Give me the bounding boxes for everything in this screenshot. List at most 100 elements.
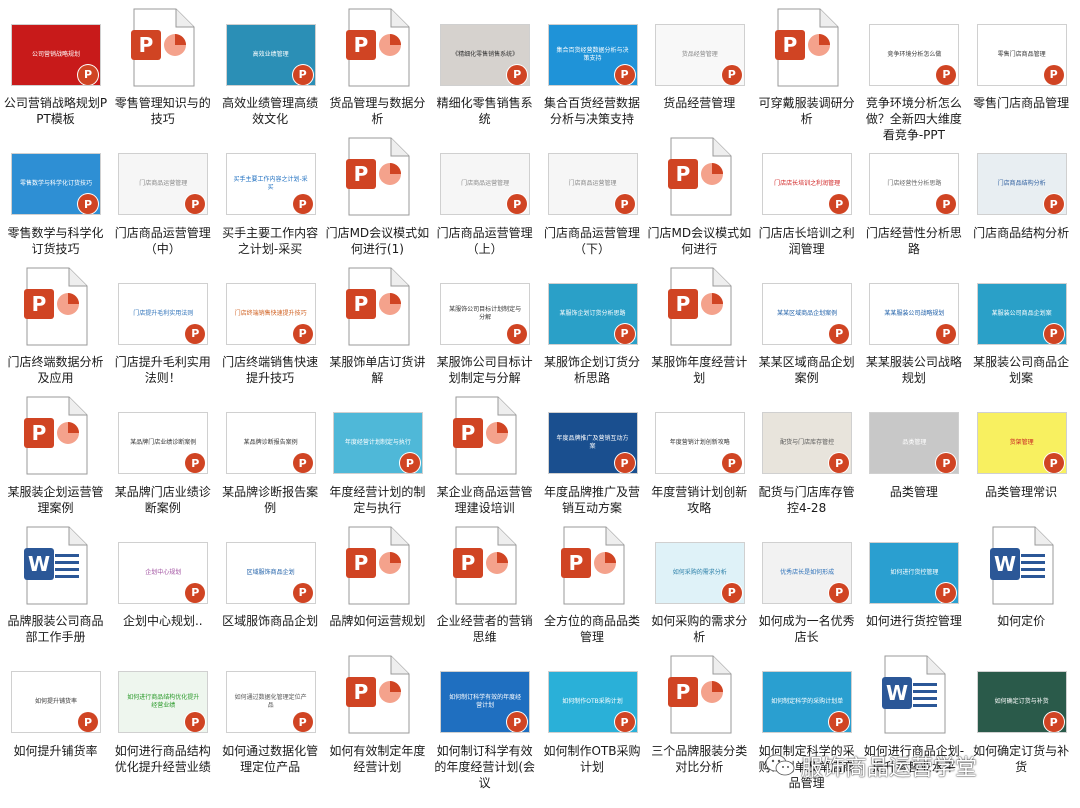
file-item[interactable]: P 全方位的商品品类管理 bbox=[539, 520, 646, 645]
slide-title-text: 优秀店长是如何形成 bbox=[780, 568, 835, 576]
file-item[interactable]: 门店提升毛利实用法则 P 门店提升毛利实用法则！ bbox=[109, 261, 216, 386]
file-item[interactable]: 配货与门店库存管控 P 配货与门店库存管控4-28 bbox=[753, 391, 860, 516]
file-item[interactable]: 品类管理 P 品类管理 bbox=[860, 391, 967, 516]
file-item[interactable]: 门店终端销售快速提升技巧 P 门店终端销售快速提升技巧 bbox=[217, 261, 324, 386]
file-thumbnail: 公司营销战略规划 P bbox=[10, 22, 102, 87]
file-item[interactable]: 年度经营计划制定与执行 P 年度经营计划的制定与执行 bbox=[324, 391, 431, 516]
file-item[interactable]: 如何采购的需求分析 P 如何采购的需求分析 bbox=[646, 520, 753, 645]
file-item[interactable]: 如何制作OTB采购计划 P 如何制作OTB采购计划 bbox=[539, 650, 646, 775]
file-item[interactable]: 年度营销计划创新攻略 P 年度营销计划创新攻略 bbox=[646, 391, 753, 516]
file-item[interactable]: 某某服装公司战略规划 P 某某服装公司战略规划 bbox=[860, 261, 967, 386]
file-item[interactable]: 《精细化零售销售系统》 P 精细化零售销售系统 bbox=[431, 2, 538, 127]
file-item[interactable]: 买手主要工作内容之计划-采买 P 买手主要工作内容之计划-采买 bbox=[217, 132, 324, 257]
file-item[interactable]: 某品牌诊断报告案例 P 某品牌诊断报告案例 bbox=[217, 391, 324, 516]
powerpoint-file-icon: P bbox=[345, 267, 410, 345]
slide-title-text: 某品牌诊断报告案例 bbox=[243, 439, 298, 446]
file-item[interactable]: 高效业绩管理 P 高效业绩管理高绩效文化 bbox=[217, 2, 324, 127]
file-thumbnail: 买手主要工作内容之计划-采买 P bbox=[225, 152, 317, 217]
powerpoint-badge-icon: P bbox=[936, 582, 957, 603]
slide-title-text: 门店商品结构分析 bbox=[997, 180, 1046, 187]
slide-preview: 《精细化零售销售系统》 P bbox=[440, 23, 531, 86]
slide-title-text: 某某服装公司战略规划 bbox=[884, 309, 945, 317]
file-item[interactable]: 门店店长培训之利润管理 P 门店店长培训之利润管理 bbox=[753, 132, 860, 257]
file-item[interactable]: 货品经营管理 P 货品经营管理 bbox=[646, 2, 753, 127]
file-item[interactable]: P 门店终端数据分析及应用 bbox=[2, 261, 109, 386]
file-name: 门店提升毛利实用法则！ bbox=[114, 355, 211, 385]
file-item[interactable]: P 某服饰年度经营计划 bbox=[646, 261, 753, 386]
file-item[interactable]: 货架管理 P 品类管理常识 bbox=[968, 391, 1075, 516]
file-item[interactable]: W 如何定价 bbox=[968, 520, 1075, 645]
slide-preview: 某服饰公司目标计划制定与分解 P bbox=[440, 282, 531, 345]
file-item[interactable]: P 如何有效制定年度经营计划 bbox=[324, 650, 431, 775]
file-name: 如何进行商品企划-提升零售业水平 bbox=[863, 743, 965, 774]
file-item[interactable]: 门店商品运营管理 P 门店商品运营管理（上） bbox=[431, 132, 538, 257]
file-item[interactable]: 某服饰企划订货分析思路 P 某服饰企划订货分析思路 bbox=[539, 261, 646, 386]
powerpoint-badge-icon: P bbox=[936, 64, 957, 85]
file-item[interactable]: P 品牌如何运营规划 bbox=[324, 520, 431, 645]
file-item[interactable]: 某某区域商品企划案例 P 某某区域商品企划案例 bbox=[753, 261, 860, 386]
file-item[interactable]: 门店商品运营管理 P 门店商品运营管理（下） bbox=[539, 132, 646, 257]
file-name: 品类管理 bbox=[889, 484, 938, 499]
slide-title-text: 门店经营性分析思路 bbox=[887, 180, 942, 187]
file-item[interactable]: P 门店MD会议模式如何进行 bbox=[646, 132, 753, 257]
slide-preview: 如何进行商品结构优化提升经营业绩 P bbox=[118, 671, 209, 733]
file-item[interactable]: P 可穿戴服装调研分析 bbox=[753, 2, 860, 127]
slide-preview: 零售数学与科学化订货技巧 P bbox=[11, 153, 101, 215]
file-item[interactable]: 公司营销战略规划 P 公司营销战略规划PPT模板 bbox=[2, 2, 109, 127]
file-thumbnail: P bbox=[332, 267, 424, 346]
file-item[interactable]: P 某企业商品运营管理建设培训 bbox=[431, 391, 538, 516]
file-thumbnail: P bbox=[10, 267, 102, 346]
file-item[interactable]: 企划中心规划 P 企划中心规划.. bbox=[109, 520, 216, 645]
file-item[interactable]: 如何进行商品结构优化提升经营业绩 P 如何进行商品结构优化提升经营业绩 bbox=[109, 650, 216, 775]
file-item[interactable]: 如何制定科学的采购计划单 P 如何制定科学的采购计划单及单店商品管理 bbox=[753, 650, 860, 790]
file-item[interactable]: 某服饰公司目标计划制定与分解 P 某服饰公司目标计划制定与分解 bbox=[431, 261, 538, 386]
file-item[interactable]: P 货品管理与数据分析 bbox=[324, 2, 431, 127]
file-item[interactable]: 如何通过数据化管理定位产品 P 如何通过数据化管理定位产品 bbox=[217, 650, 324, 775]
file-item[interactable]: P 门店MD会议模式如何进行(1) bbox=[324, 132, 431, 257]
file-item[interactable]: 集合百货经营数据分析与决策支持 P 集合百货经营数据分析与决策支持 bbox=[539, 2, 646, 127]
file-item[interactable]: 某服装公司商品企划案 P 某服装公司商品企划案 bbox=[968, 261, 1075, 386]
file-item[interactable]: P 某服饰单店订货讲解 bbox=[324, 261, 431, 386]
file-item[interactable]: 年度品牌推广及营销互动方案 P 年度品牌推广及营销互动方案 bbox=[539, 391, 646, 516]
file-item[interactable]: P 零售管理知识与的技巧 bbox=[109, 2, 216, 127]
file-thumbnail: W bbox=[10, 526, 102, 605]
file-thumbnail: 某品牌诊断报告案例 P bbox=[225, 411, 317, 476]
file-name: 某某区域商品企划案例 bbox=[758, 355, 855, 385]
slide-title-text: 零售数学与科学化订货技巧 bbox=[19, 180, 92, 187]
file-item[interactable]: 某品牌门店业绩诊断案例 P 某品牌门店业绩诊断案例 bbox=[109, 391, 216, 516]
powerpoint-file-icon: P bbox=[345, 655, 410, 734]
file-item[interactable]: W 如何进行商品企划-提升零售业水平 bbox=[860, 650, 967, 775]
file-item[interactable]: P 企业经营者的营销思维 bbox=[431, 520, 538, 645]
file-item[interactable]: 如何制订科学有效的年度经营计划 P 如何制订科学有效的年度经营计划(会议 bbox=[431, 650, 538, 790]
file-item[interactable]: 零售门店商品管理 P 零售门店商品管理 bbox=[968, 2, 1075, 127]
file-item[interactable]: W 品牌服装公司商品部工作手册 bbox=[2, 520, 109, 645]
file-thumbnail: 某某服装公司战略规划 P bbox=[868, 281, 960, 346]
file-item[interactable]: 如何提升铺货率 P 如何提升铺货率 bbox=[2, 650, 109, 775]
svg-text:W: W bbox=[28, 552, 50, 576]
word-file-icon: W bbox=[989, 526, 1054, 604]
file-thumbnail: 年度营销计划创新攻略 P bbox=[654, 411, 746, 476]
file-name: 精细化零售销售系统 bbox=[436, 96, 533, 126]
file-grid: 公司营销战略规划 P 公司营销战略规划PPT模板 P 零售管理知识与的技巧 高效业绩管… bbox=[0, 0, 1080, 808]
file-item[interactable]: 区域服饰商品企划 P 区域服饰商品企划 bbox=[217, 520, 324, 645]
slide-title-text: 如何进行商品结构优化提升经营业绩 bbox=[127, 694, 200, 709]
file-name: 全方位的商品品类管理 bbox=[543, 614, 640, 644]
svg-text:P: P bbox=[139, 33, 154, 57]
slide-preview: 门店终端销售快速提升技巧 P bbox=[225, 282, 316, 345]
file-name: 门店终端数据分析及应用 bbox=[7, 355, 104, 385]
file-item[interactable]: 门店商品运营管理 P 门店商品运营管理（中） bbox=[109, 132, 216, 257]
file-item[interactable]: 竞争环境分析怎么做 P 竞争环境分析怎么做？全新四大维度看竞争-PPT bbox=[860, 2, 967, 142]
file-item[interactable]: P 某服装企划运营管理案例 bbox=[2, 391, 109, 516]
file-item[interactable]: 零售数学与科学化订货技巧 P 零售数学与科学化订货技巧 bbox=[2, 132, 109, 257]
file-name: 某服饰企划订货分析思路 bbox=[543, 355, 640, 385]
file-item[interactable]: 门店商品结构分析 P 门店商品结构分析 bbox=[968, 132, 1075, 257]
file-name: 品类管理常识 bbox=[985, 484, 1058, 499]
powerpoint-badge-icon: P bbox=[399, 453, 420, 473]
slide-title-text: 货架管理 bbox=[1009, 439, 1034, 446]
file-item[interactable]: 优秀店长是如何形成 P 如何成为一名优秀店长 bbox=[753, 520, 860, 645]
file-item[interactable]: 如何进行货控管理 P 如何进行货控管理 bbox=[860, 520, 967, 645]
file-item[interactable]: 如何确定订货与补货 P 如何确定订货与补货 bbox=[968, 650, 1075, 775]
file-item[interactable]: 门店经营性分析思路 P 门店经营性分析思路 bbox=[860, 132, 967, 257]
file-item[interactable]: P 三个品牌服装分类对比分析 bbox=[646, 650, 753, 775]
file-name: 零售数学与科学化订货技巧 bbox=[7, 225, 104, 256]
